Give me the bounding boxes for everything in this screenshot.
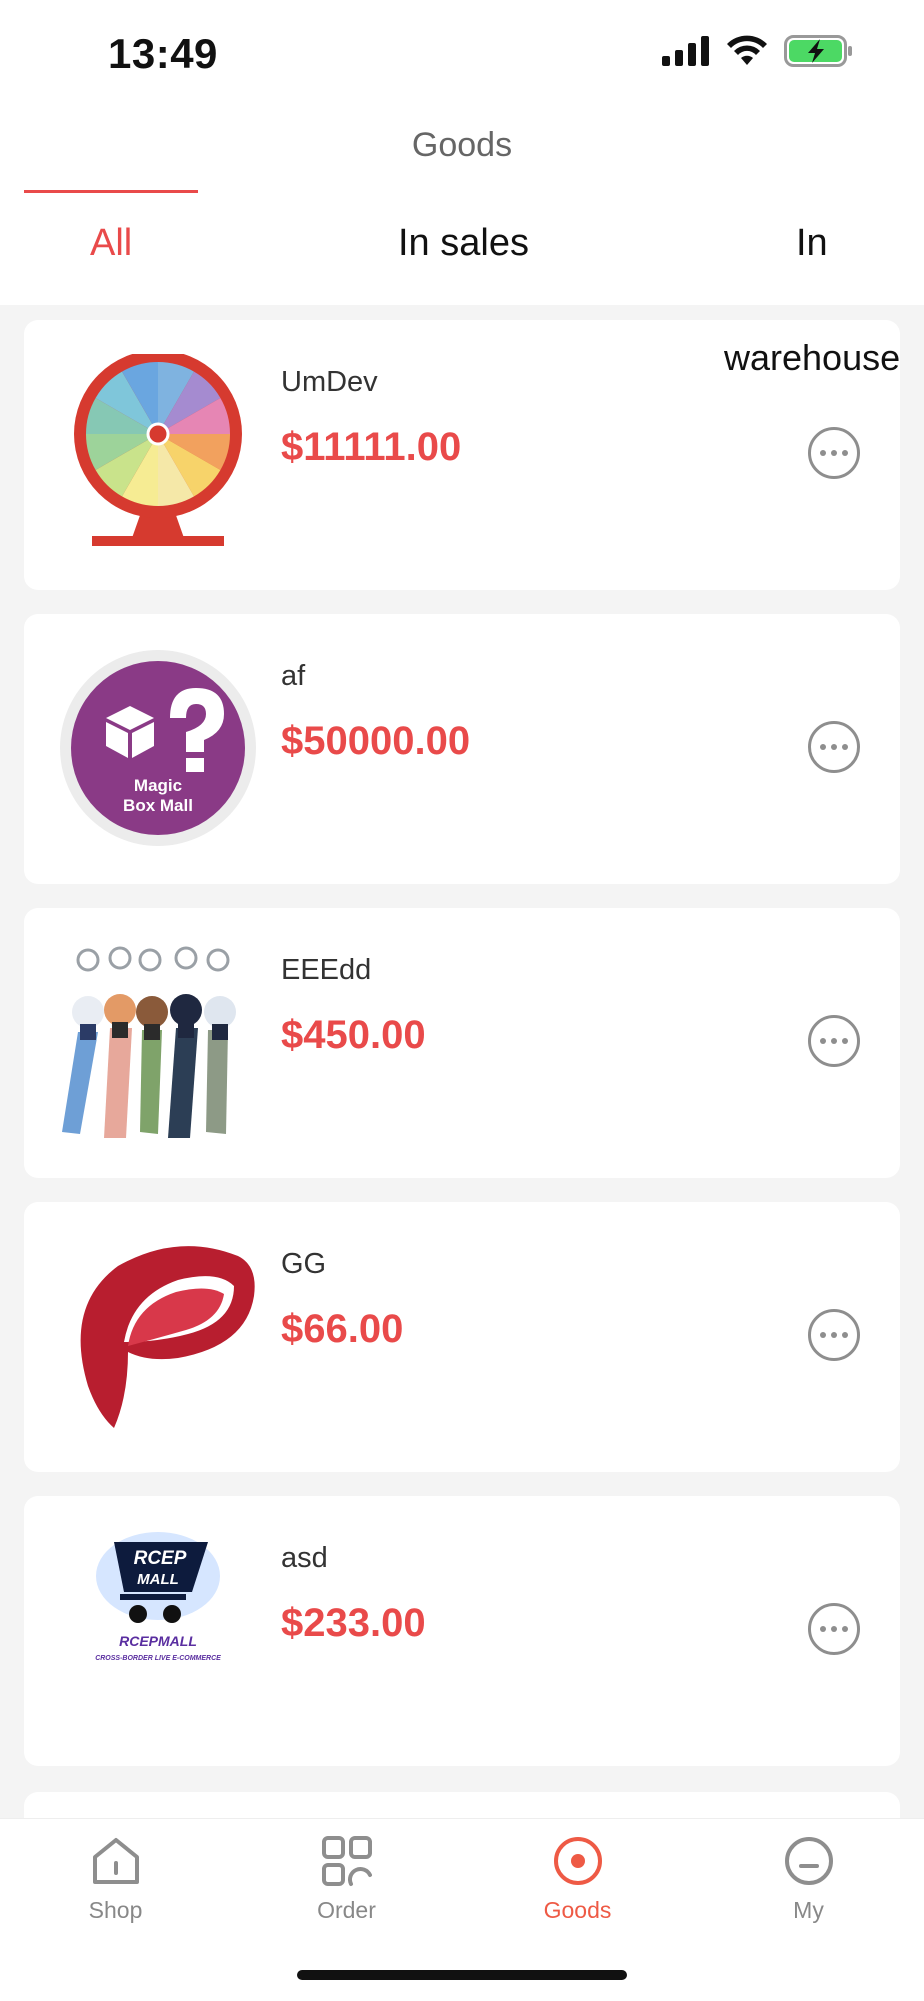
nav-label: Goods — [543, 1897, 612, 1923]
product-card[interactable]: Magic Box Mall af $50000.00 — [24, 614, 900, 884]
active-tab-indicator — [24, 190, 198, 193]
more-dot — [820, 1332, 826, 1338]
nav-item-my[interactable]: My — [693, 1819, 924, 1949]
more-dot — [831, 1038, 837, 1044]
more-options-button[interactable] — [808, 1309, 860, 1361]
logo-text: RCEPMALL — [119, 1633, 197, 1649]
prize-wheel-image — [74, 354, 242, 546]
status-bar: 13:49 — [0, 0, 924, 110]
product-name: EEEdd — [281, 954, 372, 986]
more-dot — [820, 744, 826, 750]
home-indicator[interactable] — [297, 1970, 627, 1980]
product-card[interactable]: GG $66.00 — [24, 1202, 900, 1472]
nav-label: My — [793, 1897, 824, 1923]
logo-text: RCEP — [134, 1548, 187, 1569]
product-name: UmDev — [281, 366, 378, 398]
magic-box-mall-logo: Magic Box Mall — [60, 650, 256, 846]
status-time: 13:49 — [108, 30, 218, 77]
product-name: asd — [281, 1542, 328, 1574]
tab-in-sales[interactable]: In sales — [360, 192, 600, 305]
logo-text: MALL — [137, 1571, 179, 1588]
tab-bar: All In sales In — [0, 192, 924, 305]
more-dot — [820, 1038, 826, 1044]
header: Goods All In sales In — [0, 110, 924, 305]
logo-text: CROSS-BORDER LIVE E-COMMERCE — [95, 1655, 221, 1662]
status-icons — [662, 34, 854, 68]
page-title: Goods — [411, 126, 513, 164]
nav-item-goods[interactable]: Goods — [462, 1819, 693, 1949]
target-icon — [554, 1837, 602, 1885]
rcep-mall-logo: RCEP MALL RCEPMALL CROSS-BORDER LIVE E-C… — [95, 1532, 221, 1662]
more-dot — [831, 450, 837, 456]
profile-icon — [785, 1837, 833, 1885]
home-icon — [93, 1838, 139, 1884]
nav-label: Order — [317, 1897, 376, 1923]
anime-keychains-image — [62, 946, 236, 1138]
more-dot — [831, 744, 837, 750]
product-image — [58, 1236, 258, 1436]
more-dot — [831, 1626, 837, 1632]
grid-icon — [322, 1836, 372, 1886]
product-list: UmDev $11111.00 Magic Box Mall af $50000… — [24, 320, 900, 1790]
product-card[interactable]: EEEdd $450.00 — [24, 908, 900, 1178]
product-image — [58, 354, 258, 554]
more-options-button[interactable] — [808, 1015, 860, 1067]
logo-text: Magic — [134, 776, 182, 795]
more-options-button[interactable] — [808, 427, 860, 479]
more-dot — [820, 1626, 826, 1632]
wifi-icon — [727, 35, 767, 65]
nav-label: Shop — [88, 1897, 143, 1923]
product-image: RCEP MALL RCEPMALL CROSS-BORDER LIVE E-C… — [58, 1526, 258, 1726]
nav-item-shop[interactable]: Shop — [0, 1819, 231, 1949]
product-price: $233.00 — [281, 1601, 426, 1645]
more-dot — [842, 450, 848, 456]
nav-item-order[interactable]: Order — [231, 1819, 462, 1949]
tab-in-warehouse[interactable]: In — [760, 192, 924, 305]
product-price: $50000.00 — [281, 719, 471, 763]
product-price: $11111.00 — [281, 425, 462, 469]
more-dot — [842, 744, 848, 750]
product-price: $66.00 — [281, 1307, 404, 1351]
tab-label: All — [90, 222, 133, 264]
product-card[interactable]: RCEP MALL RCEPMALL CROSS-BORDER LIVE E-C… — [24, 1496, 900, 1766]
product-name: GG — [281, 1248, 327, 1280]
signal-icon — [662, 36, 709, 66]
red-p-logo — [80, 1246, 255, 1428]
more-options-button[interactable] — [808, 721, 860, 773]
more-dot — [820, 450, 826, 456]
tab-label: In sales — [398, 222, 529, 264]
product-image: Magic Box Mall — [58, 648, 258, 848]
tab-label: In — [796, 222, 828, 264]
battery-charging-icon — [784, 35, 852, 67]
tab-label-overflow[interactable]: warehouse — [724, 337, 900, 379]
product-name: af — [281, 660, 306, 692]
product-image — [58, 942, 258, 1142]
logo-text: Box Mall — [123, 796, 193, 815]
more-dot — [842, 1626, 848, 1632]
product-price: $450.00 — [281, 1013, 426, 1057]
tab-all[interactable]: All — [24, 192, 198, 305]
more-dot — [842, 1332, 848, 1338]
more-options-button[interactable] — [808, 1603, 860, 1655]
more-dot — [842, 1038, 848, 1044]
more-dot — [831, 1332, 837, 1338]
